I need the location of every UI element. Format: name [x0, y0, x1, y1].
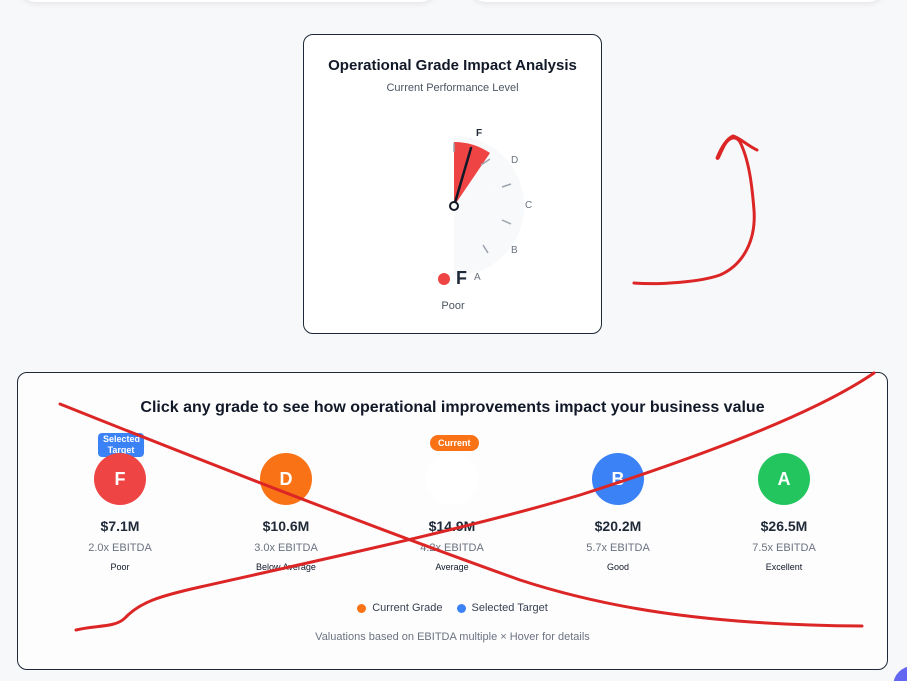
gauge-grade-letter: F: [456, 268, 467, 288]
annotation-arrow-curve: [632, 134, 759, 286]
grade-option-d[interactable]: D $10.6M 3.0x EBITDA Below Average: [206, 453, 366, 572]
grade-circle-d[interactable]: D: [260, 453, 312, 505]
gauge-tick-label-a: A: [474, 272, 481, 283]
top-card-right: [468, 0, 886, 2]
gauge-card: Operational Grade Impact Analysis Curren…: [303, 34, 602, 334]
grade-multiple: 4.2x EBITDA: [420, 542, 484, 554]
grade-label: Poor: [110, 562, 130, 572]
grade-multiple: 2.0x EBITDA: [88, 542, 152, 554]
grade-circle-b[interactable]: B: [592, 453, 644, 505]
grade-multiple: 3.0x EBITDA: [254, 542, 318, 554]
gauge-tick-label-c: C: [525, 200, 532, 211]
gauge-tick-label-b: B: [511, 245, 518, 256]
gauge-tick-label-d: D: [511, 155, 518, 166]
grade-multiple: 5.7x EBITDA: [586, 542, 650, 554]
gauge-grade-dot: [438, 272, 450, 285]
grade-label: Below Average: [256, 562, 316, 572]
legend-item-current: Current Grade: [357, 602, 443, 614]
grade-value: $10.6M: [262, 518, 310, 534]
grade-label: Average: [435, 562, 469, 572]
gauge-current-grade: F: [438, 268, 467, 289]
legend: Current Grade Selected Target: [18, 602, 887, 614]
grades-panel: Click any grade to see how operational i…: [17, 372, 888, 670]
grade-value: $20.2M: [594, 518, 642, 534]
grade-circle-f[interactable]: F: [94, 453, 146, 505]
gauge-status: Poor: [441, 300, 465, 312]
grade-circle-a[interactable]: A: [758, 453, 810, 505]
floating-action-button[interactable]: [893, 666, 907, 681]
gauge-needle-pivot: [449, 201, 459, 211]
legend-label-selected: Selected Target: [471, 602, 548, 614]
grade-multiple: 7.5x EBITDA: [752, 542, 816, 554]
grade-option-c[interactable]: C $14.9M 4.2x EBITDA Average: [372, 453, 532, 572]
grade-label: Good: [606, 562, 630, 572]
legend-dot-current: [357, 603, 367, 613]
current-badge: Current: [430, 435, 479, 451]
grade-value: $26.5M: [760, 518, 808, 534]
footnote: Valuations based on EBITDA multiple × Ho…: [315, 631, 590, 643]
gauge-tick-label-f: F: [476, 128, 482, 139]
grade-circle-c[interactable]: C: [426, 453, 478, 505]
grade-option-f[interactable]: F $7.1M 2.0x EBITDA Poor: [40, 453, 200, 572]
grade-option-b[interactable]: B $20.2M 5.7x EBITDA Good: [538, 453, 698, 572]
grade-label: Excellent: [765, 562, 803, 572]
legend-item-selected: Selected Target: [456, 602, 548, 614]
legend-dot-selected: [456, 603, 466, 613]
panel-heading: Click any grade to see how operational i…: [140, 399, 765, 416]
grade-value: $7.1M: [100, 518, 140, 534]
top-card-left: [18, 0, 438, 2]
legend-label-current: Current Grade: [372, 602, 443, 614]
grade-value: $14.9M: [428, 518, 476, 534]
grade-option-a[interactable]: A $26.5M 7.5x EBITDA Excellent: [704, 453, 864, 572]
